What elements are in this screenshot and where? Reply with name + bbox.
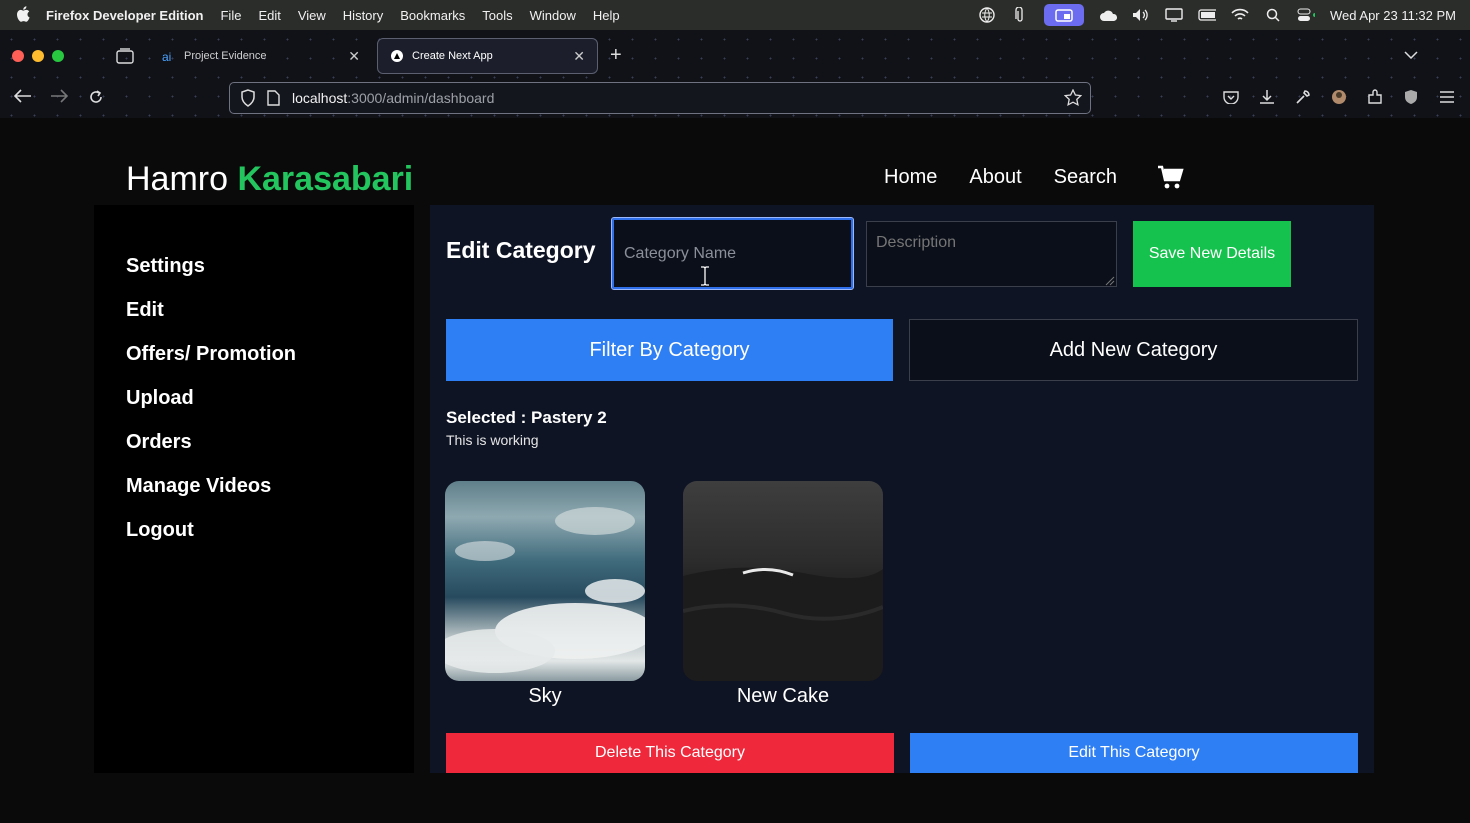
menu-history[interactable]: History xyxy=(343,8,383,23)
top-navigation: Home About Search xyxy=(884,166,1117,189)
paperclip-icon[interactable] xyxy=(1011,7,1029,23)
card-label: New Cake xyxy=(736,685,830,707)
battery-icon[interactable] xyxy=(1198,7,1217,23)
text-cursor-icon xyxy=(700,266,710,286)
shopping-cart-icon[interactable] xyxy=(1156,164,1184,192)
sidebar-item-orders[interactable]: Orders xyxy=(126,431,192,454)
edit-category-button[interactable]: Edit This Category xyxy=(910,733,1358,773)
hamburger-menu-icon[interactable] xyxy=(1438,88,1456,106)
browser-chrome: ai Project Evidence ✕ Create Next App ✕ … xyxy=(0,30,1470,118)
resize-grip-icon[interactable] xyxy=(1103,273,1115,286)
menu-tools[interactable]: Tools xyxy=(482,8,512,23)
forward-arrow-icon[interactable] xyxy=(50,89,69,108)
globe-icon[interactable] xyxy=(978,7,996,23)
close-window-button[interactable] xyxy=(12,50,24,62)
filter-by-category-button[interactable]: Filter By Category xyxy=(446,319,893,381)
edit-category-title: Edit Category xyxy=(446,237,596,263)
downloads-icon[interactable] xyxy=(1258,88,1276,106)
pocket-icon[interactable] xyxy=(1222,88,1240,106)
svg-text:ai: ai xyxy=(162,50,171,63)
menu-file[interactable]: File xyxy=(220,8,241,23)
menu-bookmarks[interactable]: Bookmarks xyxy=(400,8,465,23)
category-name-input[interactable] xyxy=(611,217,854,290)
control-center-icon[interactable] xyxy=(1297,7,1316,23)
logo-main-text: Hamro xyxy=(126,160,238,198)
nav-home-link[interactable]: Home xyxy=(884,166,937,189)
selected-category-description: This is working xyxy=(446,432,539,448)
edit-category-panel: Edit Category Save New Details Filter By… xyxy=(430,205,1374,773)
sidebar-item-edit[interactable]: Edit xyxy=(126,299,164,322)
extensions-icon[interactable] xyxy=(1366,88,1384,106)
sidebar-item-offers-promotion[interactable]: Offers/ Promotion xyxy=(126,343,296,366)
web-page: Hamro Karasabari Home About Search Setti… xyxy=(0,118,1470,823)
close-tab-icon[interactable]: ✕ xyxy=(348,48,360,65)
address-bar[interactable]: localhost:3000/admin/dashboard xyxy=(229,82,1091,114)
close-tab-icon[interactable]: ✕ xyxy=(573,48,585,65)
card-label: Sky xyxy=(528,685,562,707)
menubar-app-name[interactable]: Firefox Developer Edition xyxy=(46,8,203,23)
macos-menubar: Firefox Developer Edition File Edit View… xyxy=(0,0,1470,30)
url-host: localhost xyxy=(292,90,348,106)
sidebar-item-upload[interactable]: Upload xyxy=(126,387,194,410)
nextjs-favicon-icon xyxy=(390,49,404,63)
new-tab-plus-icon[interactable]: + xyxy=(610,44,622,67)
bookmark-star-icon[interactable] xyxy=(1064,89,1082,107)
page-info-icon[interactable] xyxy=(266,89,284,107)
ublock-shield-icon[interactable] xyxy=(1402,88,1420,106)
apple-icon[interactable] xyxy=(16,5,34,25)
sky-cloud-image[interactable] xyxy=(445,481,645,681)
sidebar-item-logout[interactable]: Logout xyxy=(126,519,194,542)
product-card[interactable]: Sky xyxy=(445,481,645,708)
minimize-window-button[interactable] xyxy=(32,50,44,62)
display-icon[interactable] xyxy=(1165,7,1183,23)
sidebar-item-manage-videos[interactable]: Manage Videos xyxy=(126,475,271,498)
tab-project-evidence[interactable]: ai Project Evidence ✕ xyxy=(150,38,372,74)
wifi-icon[interactable] xyxy=(1231,7,1249,23)
cloud-icon[interactable] xyxy=(1099,7,1118,23)
account-avatar-icon[interactable] xyxy=(1330,88,1348,106)
spotlight-search-icon[interactable] xyxy=(1264,7,1282,23)
ocean-wave-image[interactable] xyxy=(683,481,883,681)
window-controls xyxy=(12,50,64,62)
project-favicon-icon: ai xyxy=(162,49,176,63)
volume-icon[interactable] xyxy=(1132,7,1150,23)
menu-view[interactable]: View xyxy=(298,8,326,23)
sidebar-item-settings[interactable]: Settings xyxy=(126,255,205,278)
selected-category-label: Selected : Pastery 2 xyxy=(446,408,607,427)
menu-edit[interactable]: Edit xyxy=(258,8,280,23)
add-new-category-button[interactable]: Add New Category xyxy=(909,319,1358,381)
admin-sidebar: Settings Edit Offers/ Promotion Upload O… xyxy=(94,205,414,773)
site-logo[interactable]: Hamro Karasabari xyxy=(126,160,413,199)
reload-icon[interactable] xyxy=(88,89,104,110)
save-new-details-button[interactable]: Save New Details xyxy=(1133,221,1291,287)
tab-title: Project Evidence xyxy=(184,50,267,62)
product-card[interactable]: New Cake xyxy=(683,481,883,708)
maximize-window-button[interactable] xyxy=(52,50,64,62)
tab-title: Create Next App xyxy=(412,50,493,62)
url-path: :3000/admin/dashboard xyxy=(347,90,495,106)
nav-about-link[interactable]: About xyxy=(969,166,1021,189)
list-tabs-chevron-icon[interactable] xyxy=(1404,46,1418,64)
delete-category-button[interactable]: Delete This Category xyxy=(446,733,894,773)
logo-accent-text: Karasabari xyxy=(237,160,414,198)
menubar-clock[interactable]: Wed Apr 23 11:32 PM xyxy=(1330,8,1456,23)
menu-help[interactable]: Help xyxy=(593,8,620,23)
nav-search-link[interactable]: Search xyxy=(1054,166,1117,189)
tab-overview-icon[interactable] xyxy=(116,48,134,64)
menu-window[interactable]: Window xyxy=(530,8,576,23)
tab-create-next-app[interactable]: Create Next App ✕ xyxy=(377,38,598,74)
menubar-tray: Wed Apr 23 11:32 PM xyxy=(978,0,1456,30)
back-arrow-icon[interactable] xyxy=(13,89,32,108)
screen-share-icon[interactable] xyxy=(1044,4,1085,26)
tracking-shield-icon[interactable] xyxy=(240,89,258,107)
browser-toolbar xyxy=(1222,88,1456,106)
description-textarea[interactable] xyxy=(866,221,1117,287)
dev-tools-wrench-icon[interactable] xyxy=(1294,88,1312,106)
